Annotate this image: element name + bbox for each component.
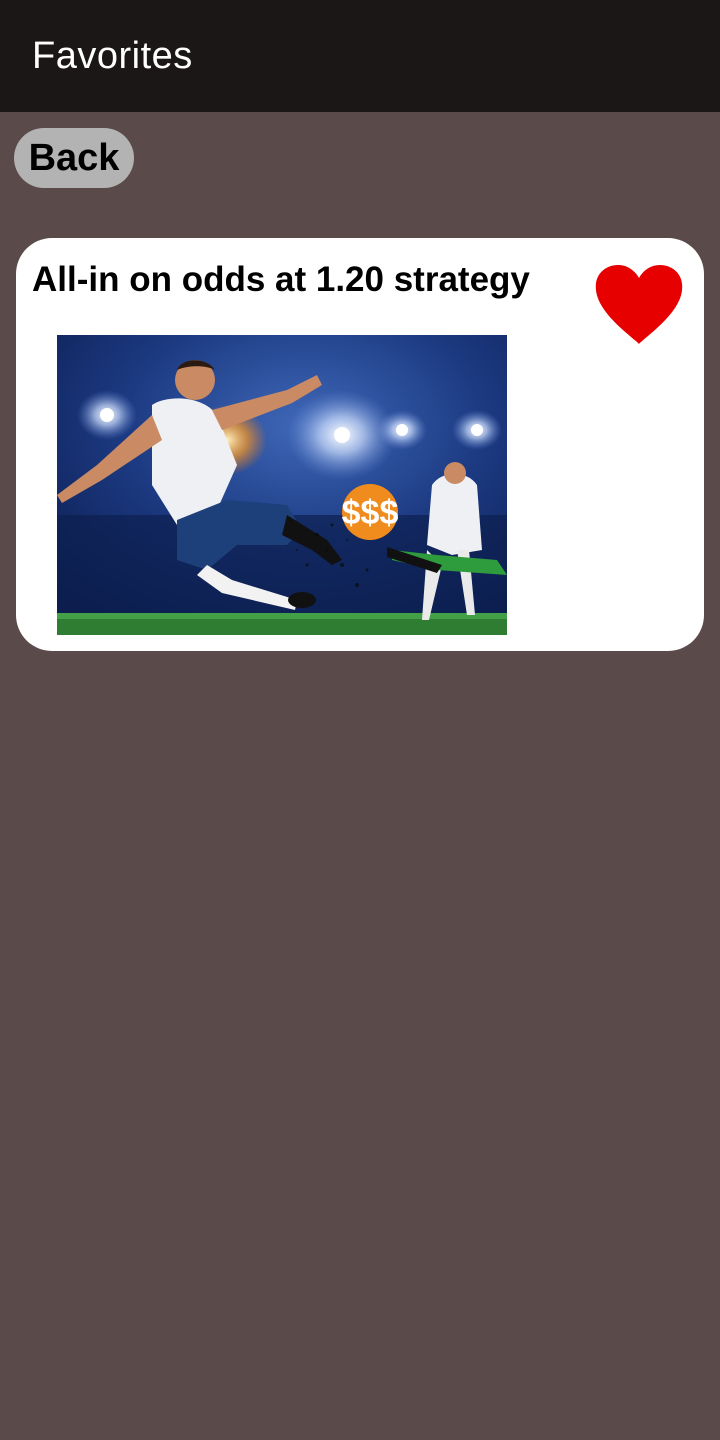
app-bar: Favorites: [0, 0, 720, 112]
heart-icon[interactable]: [594, 264, 684, 346]
page-title: Favorites: [32, 34, 193, 77]
favorite-card-image[interactable]: $$$: [57, 335, 507, 635]
favorite-card-title: All-in on odds at 1.20 strategy: [32, 260, 530, 299]
favorite-card[interactable]: All-in on odds at 1.20 strategy $$$: [16, 238, 704, 651]
back-button[interactable]: Back: [14, 128, 134, 188]
coin-text: $$$: [342, 494, 399, 532]
